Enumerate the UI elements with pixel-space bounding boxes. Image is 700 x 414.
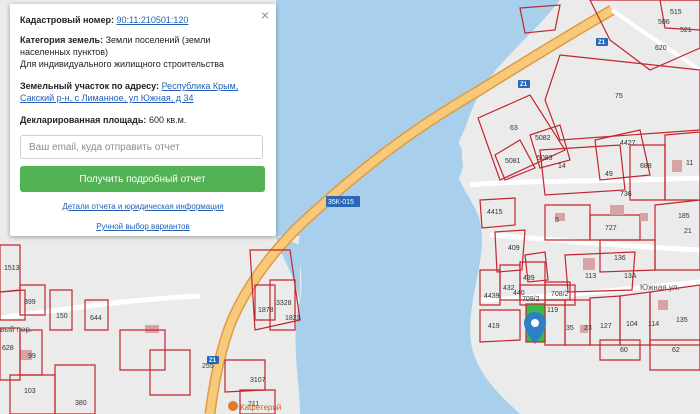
- svg-text:3107: 3107: [250, 377, 266, 384]
- svg-text:515: 515: [670, 9, 682, 16]
- svg-text:521: 521: [680, 27, 692, 34]
- svg-text:150: 150: [56, 313, 68, 320]
- svg-text:688: 688: [640, 163, 652, 170]
- street-label: Южная ул.: [640, 283, 680, 292]
- get-report-button[interactable]: Получить подробный отчет: [20, 166, 265, 192]
- manual-selection-link[interactable]: Ручной выбор вариантов: [96, 222, 189, 231]
- svg-text:5083: 5083: [537, 155, 553, 162]
- highway-label: 35К-015: [328, 199, 354, 206]
- svg-text:1823: 1823: [285, 315, 301, 322]
- area-row: Декларированная площадь: 600 кв.м.: [20, 114, 262, 126]
- land-use-value: Для индивидуального жилищного строительс…: [20, 59, 224, 69]
- svg-text:4427: 4427: [620, 140, 636, 147]
- svg-text:1878: 1878: [258, 307, 274, 314]
- svg-text:1513: 1513: [4, 265, 20, 272]
- svg-text:644: 644: [90, 315, 102, 322]
- poi-label: Кафетерий: [240, 403, 281, 412]
- route-shield-label: Z1: [520, 82, 528, 88]
- cadastral-number-label: Кадастровый номер:: [20, 15, 114, 25]
- land-category-row: Категория земель: Земли поселений (земли…: [20, 34, 262, 58]
- cadastral-number-row: Кадастровый номер: 90:11:210501:120: [20, 14, 262, 26]
- svg-text:506: 506: [658, 19, 670, 26]
- svg-text:736: 736: [620, 191, 632, 198]
- svg-text:4439: 4439: [484, 293, 500, 300]
- svg-text:127: 127: [600, 323, 612, 330]
- svg-text:3328: 3328: [276, 300, 292, 307]
- area-value: 600 кв.м.: [148, 115, 187, 125]
- details-link[interactable]: Детали отчета и юридическая информация: [62, 202, 223, 211]
- parcel-info-popup: × Кадастровый номер: 90:11:210501:120 Ка…: [10, 4, 276, 236]
- svg-text:5081: 5081: [505, 158, 521, 165]
- svg-text:75: 75: [615, 93, 623, 100]
- svg-text:13А: 13А: [624, 273, 637, 280]
- svg-text:99: 99: [28, 353, 36, 360]
- location-pin-icon[interactable]: [524, 312, 546, 344]
- svg-text:399: 399: [24, 299, 36, 306]
- svg-text:620: 620: [655, 45, 667, 52]
- svg-text:11: 11: [686, 160, 693, 167]
- svg-text:727: 727: [605, 225, 617, 232]
- address-row: Земельный участок по адресу: Республика …: [20, 80, 262, 104]
- cafe-icon[interactable]: [228, 401, 238, 411]
- svg-text:380: 380: [75, 400, 87, 407]
- email-input[interactable]: [20, 135, 263, 159]
- svg-text:419: 419: [488, 323, 500, 330]
- land-category-label: Категория земель:: [20, 35, 104, 45]
- svg-text:35: 35: [566, 325, 574, 332]
- address-label: Земельный участок по адресу:: [20, 81, 160, 91]
- manual-link-row: Ручной выбор вариантов: [10, 222, 276, 231]
- svg-text:4415: 4415: [487, 209, 503, 216]
- svg-text:103: 103: [24, 388, 36, 395]
- svg-text:21: 21: [684, 228, 692, 235]
- svg-text:409: 409: [508, 245, 520, 252]
- svg-text:63: 63: [510, 125, 518, 132]
- svg-text:5: 5: [555, 217, 559, 224]
- svg-text:60: 60: [620, 347, 628, 354]
- svg-text:211: 211: [248, 401, 259, 408]
- street-label: вый пер.: [0, 325, 32, 334]
- svg-text:709/2: 709/2: [522, 296, 540, 303]
- area-label: Декларированная площадь:: [20, 115, 147, 125]
- route-shield-label: Z1: [598, 40, 606, 46]
- svg-text:135: 135: [676, 317, 688, 324]
- svg-text:136: 136: [614, 255, 626, 262]
- close-icon[interactable]: ×: [261, 7, 269, 23]
- svg-text:104: 104: [626, 321, 638, 328]
- svg-text:439: 439: [523, 275, 535, 282]
- svg-text:628: 628: [2, 345, 14, 352]
- cadastral-number-link[interactable]: 90:11:210501:120: [116, 15, 188, 25]
- details-link-row: Детали отчета и юридическая информация: [10, 202, 276, 211]
- svg-text:5082: 5082: [535, 135, 551, 142]
- svg-text:49: 49: [605, 171, 613, 178]
- svg-text:23: 23: [584, 325, 592, 332]
- svg-text:708/2: 708/2: [551, 291, 569, 298]
- svg-text:113: 113: [585, 273, 596, 280]
- svg-text:185: 185: [678, 213, 690, 220]
- svg-text:114: 114: [648, 321, 659, 328]
- svg-text:119: 119: [547, 307, 558, 314]
- svg-text:255: 255: [202, 363, 214, 370]
- svg-text:62: 62: [672, 347, 680, 354]
- svg-text:14: 14: [558, 163, 566, 170]
